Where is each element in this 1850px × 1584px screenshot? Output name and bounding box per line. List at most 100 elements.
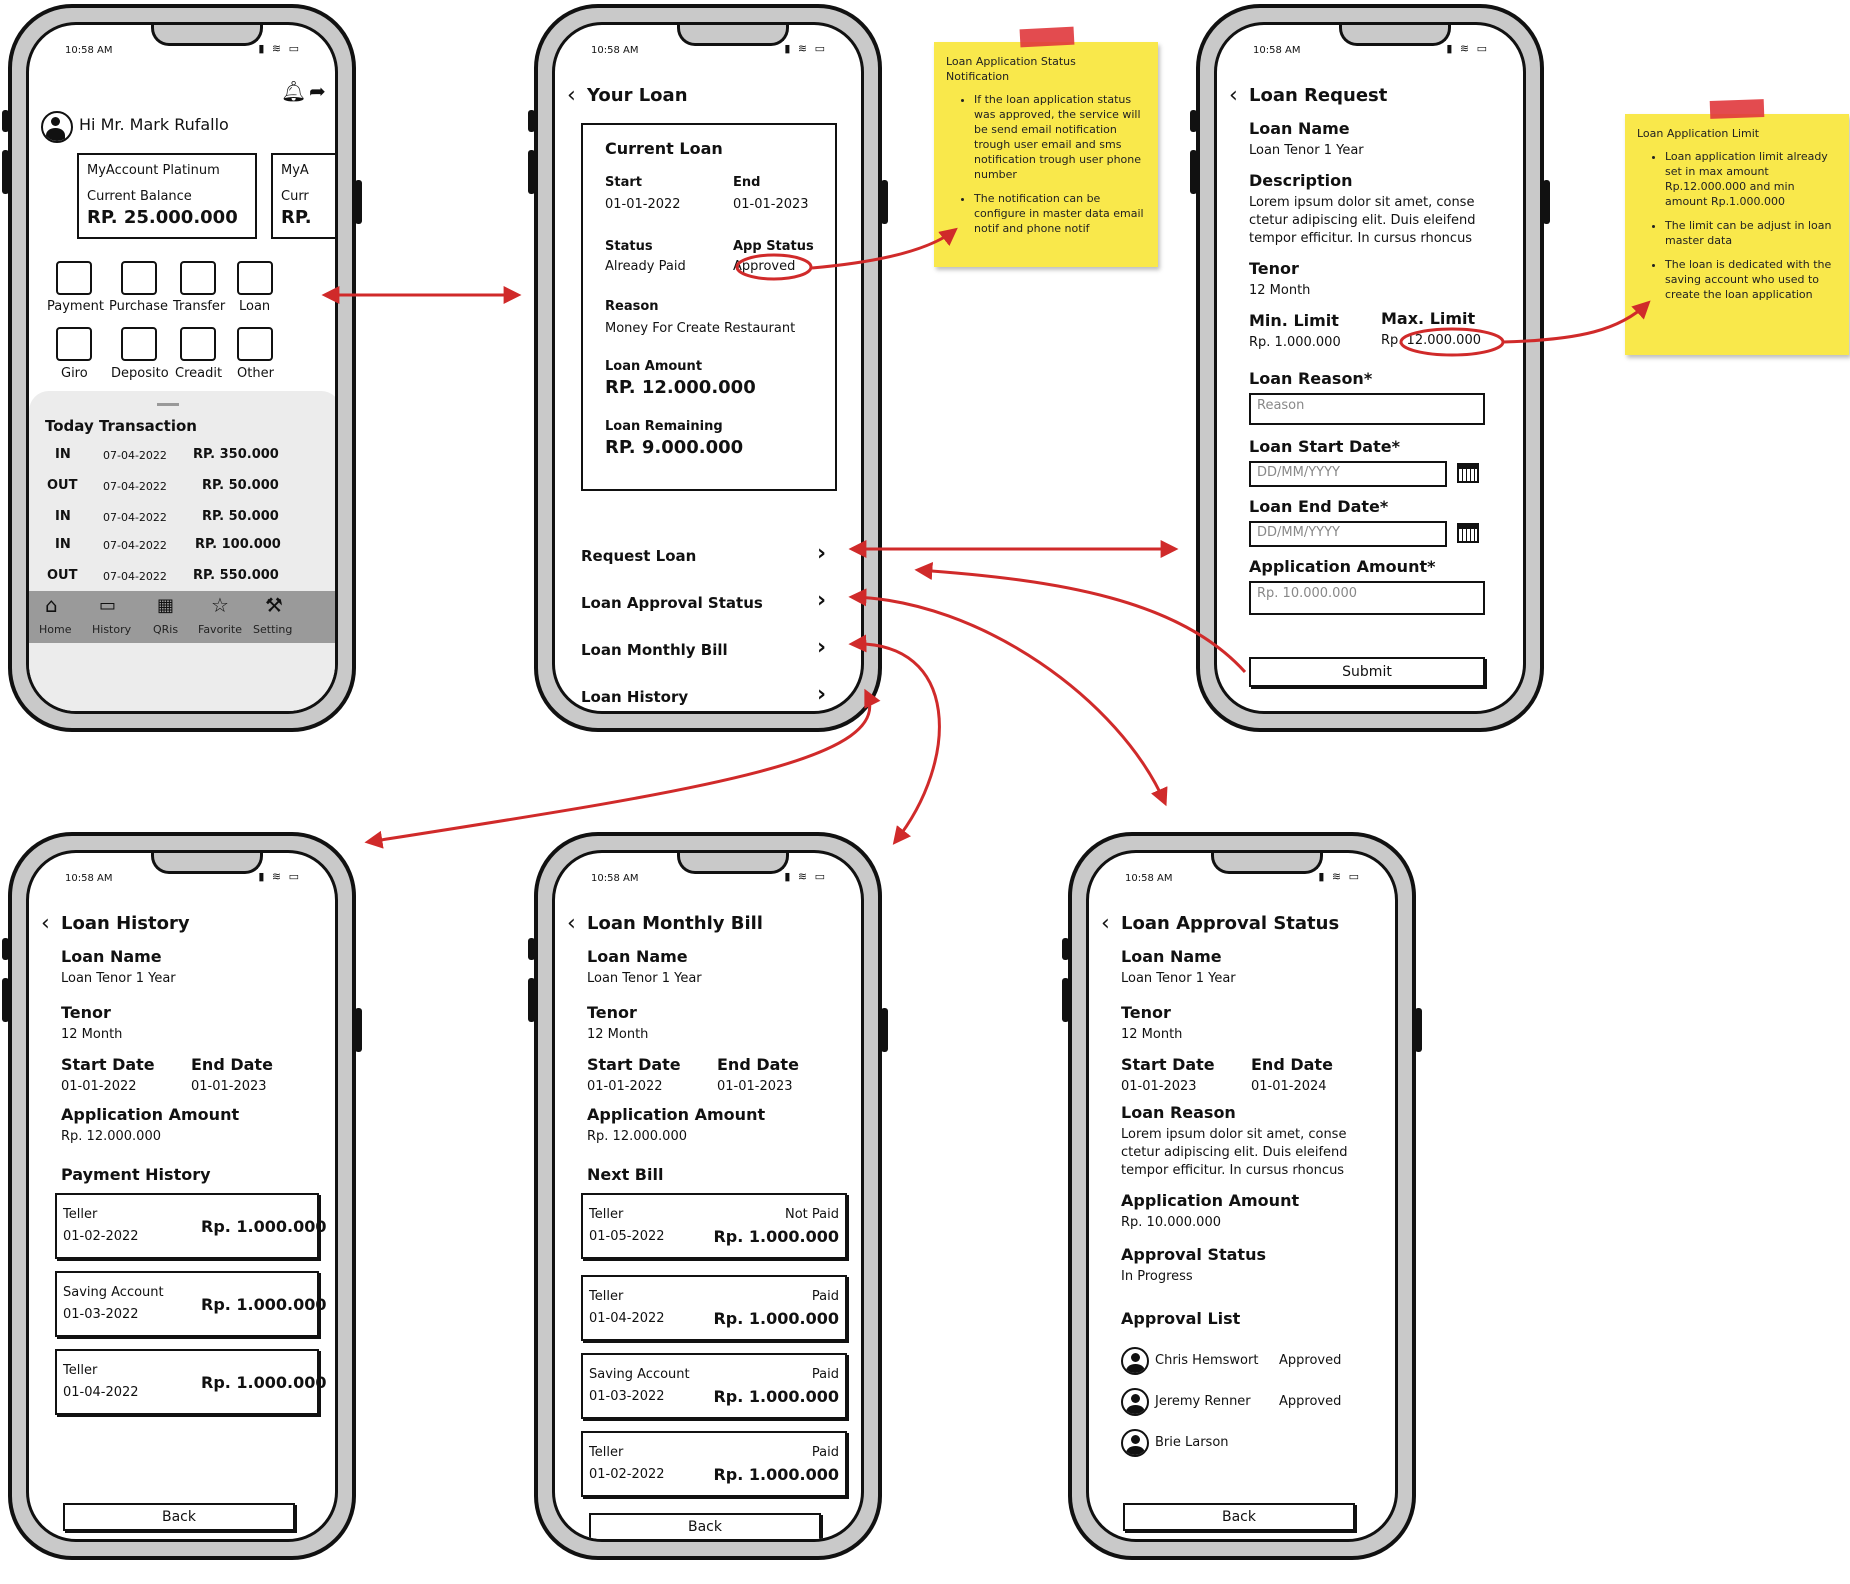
nav-label: History bbox=[92, 623, 132, 636]
screen-approval-status: 10:58 AM ▮ ≋ ▭ ‹ Loan Approval Status Lo… bbox=[1086, 850, 1398, 1542]
back-chevron-icon[interactable]: ‹ bbox=[41, 911, 50, 936]
tx-amount: RP. 550.000 bbox=[193, 568, 279, 583]
bill-date: 01-02-2022 bbox=[589, 1467, 665, 1482]
description-line: ctetur adipiscing elit. Duis eleifend bbox=[1249, 213, 1476, 228]
bill-status: Paid bbox=[811, 1367, 839, 1382]
tx-type: OUT bbox=[47, 568, 78, 583]
back-chevron-icon[interactable]: ‹ bbox=[567, 83, 576, 108]
menu-deposito[interactable] bbox=[121, 327, 157, 361]
end-date-label: End Date bbox=[717, 1055, 799, 1074]
phone-loan-request: 10:58 AM ▮ ≋ ▭ ‹ Loan Request Loan Name … bbox=[1190, 0, 1550, 736]
avatar bbox=[1121, 1388, 1149, 1416]
menu-other[interactable] bbox=[237, 327, 273, 361]
min-limit-label: Min. Limit bbox=[1249, 311, 1339, 330]
avatar[interactable] bbox=[41, 111, 73, 143]
page-title: Loan Approval Status bbox=[1121, 913, 1340, 934]
payment-item[interactable]: Teller 01-04-2022 Rp. 1.000.000 bbox=[55, 1349, 327, 1415]
back-chevron-icon[interactable]: ‹ bbox=[1229, 83, 1238, 108]
loan-name-value: Loan Tenor 1 Year bbox=[1121, 971, 1236, 986]
transaction-panel: Today Transaction IN 07-04-2022 RP. 350.… bbox=[29, 391, 335, 711]
app-status-label: App Status bbox=[733, 239, 814, 254]
menu-payment[interactable] bbox=[56, 261, 92, 295]
menu-loan-approval[interactable]: Loan Approval Status › bbox=[581, 588, 841, 622]
status-time: 10:58 AM bbox=[65, 873, 113, 884]
amount-input[interactable]: Rp. 10.000.000 bbox=[1249, 581, 1485, 615]
back-button[interactable]: Back bbox=[589, 1513, 821, 1539]
tx-amount: RP. 50.000 bbox=[202, 478, 279, 493]
back-chevron-icon[interactable]: ‹ bbox=[567, 911, 576, 936]
history-icon[interactable]: ▭ bbox=[99, 595, 116, 616]
star-icon[interactable]: ☆ bbox=[211, 593, 229, 617]
account-card[interactable]: MyA Curr RP. bbox=[271, 153, 335, 239]
end-date-input[interactable]: DD/MM/YYYY bbox=[1249, 521, 1447, 547]
logout-icon[interactable]: ➦ bbox=[309, 79, 326, 103]
description-line: tempor efficitur. In cursus rhoncus bbox=[1249, 231, 1473, 246]
approval-status-label: Approval Status bbox=[1121, 1245, 1266, 1264]
menu-giro[interactable] bbox=[56, 327, 92, 361]
payment-item[interactable]: Teller 01-02-2022 Rp. 1.000.000 bbox=[55, 1193, 327, 1259]
menu-transfer[interactable] bbox=[180, 261, 216, 295]
screen-home: 10:58 AM ▮ ≋ ▭ 🔔︎ ➦ Hi Mr. Mark Rufallo … bbox=[26, 22, 338, 714]
nav-label: Setting bbox=[253, 623, 293, 636]
tx-date: 07-04-2022 bbox=[103, 449, 167, 462]
description-line: Lorem ipsum dolor sit amet, conse bbox=[1249, 195, 1475, 210]
start-date-label: Loan Start Date* bbox=[1249, 437, 1400, 456]
account-card[interactable]: MyAccount Platinum Current Balance RP. 2… bbox=[77, 153, 257, 239]
calendar-icon[interactable] bbox=[1457, 523, 1479, 543]
screen-loan-request: 10:58 AM ▮ ≋ ▭ ‹ Loan Request Loan Name … bbox=[1214, 22, 1526, 714]
wrench-icon[interactable]: ⚒ bbox=[265, 593, 283, 617]
bill-item[interactable]: Saving Account Paid 01-03-2022 Rp. 1.000… bbox=[581, 1353, 847, 1419]
menu-request-loan[interactable]: Request Loan › bbox=[581, 541, 841, 575]
phone-home: 10:58 AM ▮ ≋ ▭ 🔔︎ ➦ Hi Mr. Mark Rufallo … bbox=[2, 0, 362, 736]
payment-date: 01-04-2022 bbox=[63, 1385, 139, 1400]
reason-label: Loan Reason bbox=[1121, 1103, 1236, 1122]
avatar bbox=[1121, 1347, 1149, 1375]
phone-monthly-bill: 10:58 AM ▮ ≋ ▭ ‹ Loan Monthly Bill Loan … bbox=[528, 828, 888, 1564]
menu-purchase[interactable] bbox=[121, 261, 157, 295]
chevron-right-icon: › bbox=[817, 541, 827, 566]
payment-method: Saving Account bbox=[63, 1285, 164, 1300]
approval-status-value: In Progress bbox=[1121, 1269, 1193, 1284]
start-value: 01-01-2022 bbox=[605, 197, 681, 212]
bell-icon[interactable]: 🔔︎ bbox=[281, 79, 306, 103]
amount-value: Rp. 10.000.000 bbox=[1121, 1215, 1221, 1230]
tape bbox=[1019, 26, 1075, 48]
loan-name-label: Loan Name bbox=[61, 947, 162, 966]
status-icons: ▮ ≋ ▭ bbox=[258, 42, 301, 55]
menu-monthly-bill[interactable]: Loan Monthly Bill › bbox=[581, 635, 841, 669]
bill-item[interactable]: Teller Paid 01-04-2022 Rp. 1.000.000 bbox=[581, 1275, 847, 1341]
reason-line: tempor efficitur. In cursus rhoncus bbox=[1121, 1163, 1345, 1178]
greeting: Hi Mr. Mark Rufallo bbox=[79, 115, 229, 134]
back-button[interactable]: Back bbox=[1123, 1503, 1355, 1531]
payment-date: 01-03-2022 bbox=[63, 1307, 139, 1322]
remaining-value: RP. 9.000.000 bbox=[605, 437, 744, 458]
menu-label: Transfer bbox=[173, 299, 226, 314]
payment-item[interactable]: Saving Account 01-03-2022 Rp. 1.000.000 bbox=[55, 1271, 327, 1337]
bill-date: 01-04-2022 bbox=[589, 1311, 665, 1326]
back-button[interactable]: Back bbox=[63, 1503, 295, 1531]
calendar-icon[interactable] bbox=[1457, 463, 1479, 483]
remaining-label: Loan Remaining bbox=[605, 419, 723, 434]
bill-item[interactable]: Teller Paid 01-02-2022 Rp. 1.000.000 bbox=[581, 1431, 847, 1497]
qris-icon[interactable]: ▦ bbox=[157, 595, 174, 616]
tenor-value: 12 Month bbox=[1121, 1027, 1183, 1042]
menu-label: Giro bbox=[61, 366, 88, 381]
loan-name-label: Loan Name bbox=[587, 947, 688, 966]
reason-input[interactable]: Reason bbox=[1249, 393, 1485, 425]
bill-item[interactable]: Teller Not Paid 01-05-2022 Rp. 1.000.000 bbox=[581, 1193, 847, 1259]
description-label: Description bbox=[1249, 171, 1353, 190]
submit-button[interactable]: Submit bbox=[1249, 657, 1485, 687]
card-title: Current Loan bbox=[605, 139, 723, 158]
menu-credit[interactable] bbox=[180, 327, 216, 361]
drag-handle[interactable] bbox=[157, 403, 179, 406]
bill-status: Paid bbox=[811, 1445, 839, 1460]
menu-loan-history[interactable]: Loan History › bbox=[581, 682, 841, 711]
start-date-input[interactable]: DD/MM/YYYY bbox=[1249, 461, 1447, 487]
card-balance: RP. bbox=[281, 207, 312, 228]
tx-type: OUT bbox=[47, 478, 78, 493]
bill-method: Saving Account bbox=[589, 1367, 690, 1382]
home-icon[interactable]: ⌂ bbox=[45, 593, 58, 617]
menu-loan[interactable] bbox=[237, 261, 273, 295]
screen-loan-history: 10:58 AM ▮ ≋ ▭ ‹ Loan History Loan Name … bbox=[26, 850, 338, 1542]
back-chevron-icon[interactable]: ‹ bbox=[1101, 911, 1110, 936]
